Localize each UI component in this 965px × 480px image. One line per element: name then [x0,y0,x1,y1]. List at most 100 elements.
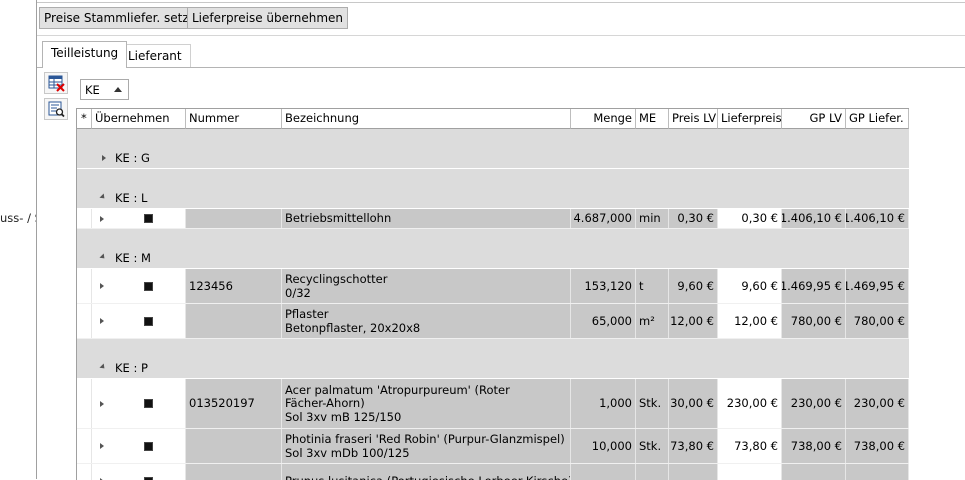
take-over-checkbox[interactable] [144,214,153,223]
column-header-lieferpreis[interactable]: Lieferpreis [718,109,782,129]
row-indicator[interactable] [77,429,92,463]
cell-nummer: 123456 [186,269,282,303]
cell-preis-lv [669,464,718,480]
price-grid[interactable]: * Übernehmen Nummer Bezeichnung Menge ME… [76,108,909,480]
row-indicator[interactable] [77,379,92,428]
take-over-checkbox[interactable] [144,282,153,291]
splitter[interactable] [36,0,37,479]
tab-teilleistung[interactable]: Teilleistung [42,41,127,68]
group-row[interactable]: KE : L [77,169,909,209]
cell-menge: 4.687,000 [571,209,636,228]
collapse-icon[interactable] [99,363,106,370]
take-over-cell[interactable] [92,209,186,228]
cell-gp-liefer [846,464,909,480]
cell-gp-liefer: 780,00 € [846,304,909,338]
expand-row-icon[interactable] [100,283,104,289]
search-list-button[interactable] [44,98,68,120]
row-indicator[interactable] [77,464,92,480]
table-row[interactable]: PflasterBetonpflaster, 20x20x865,000m² 12… [77,304,909,339]
group-by-value: KE [85,83,100,97]
table-row[interactable]: Prunus lusitanica (Portugiesische Lorbee… [77,464,909,480]
column-header-me[interactable]: ME [636,109,669,129]
column-header-preis-lv[interactable]: Preis LV [669,109,718,129]
expand-row-icon[interactable] [100,443,104,449]
cell-gp-liefer: 738,00 € [846,429,909,463]
column-header-gp-liefer[interactable]: GP Liefer. [846,109,909,129]
collapse-icon[interactable] [99,193,106,200]
take-over-checkbox[interactable] [144,317,153,326]
take-over-cell[interactable] [92,429,186,463]
table-row[interactable]: Photinia fraseri 'Red Robin' (Purpur-Gla… [77,429,909,464]
column-header-menge[interactable]: Menge [571,109,636,129]
cell-nummer [186,429,282,463]
set-supplier-prices-button[interactable]: Preise Stammliefer. setzen [39,7,209,29]
cell-bezeichnung: PflasterBetonpflaster, 20x20x8 [282,304,571,338]
table-row[interactable]: Betriebsmittellohn4.687,000min0,30 €0,30… [77,209,909,229]
cell-gp-lv: 230,00 € [782,379,846,428]
row-indicator[interactable] [77,269,92,303]
cell-menge: 65,000 [571,304,636,338]
table-row[interactable]: 013520197Acer palmatum 'Atropurpureum' (… [77,379,909,429]
cell-menge [571,464,636,480]
take-over-cell[interactable] [92,464,186,480]
group-row[interactable]: KE : P [77,339,909,379]
cell-preis-lv: 0,30 € [669,209,718,228]
cell-gp-lv: 1.469,95 € [782,269,846,303]
cell-bezeichnung: Photinia fraseri 'Red Robin' (Purpur-Gla… [282,429,571,463]
take-over-cell[interactable] [92,269,186,303]
cell-lieferpreis[interactable] [718,464,782,480]
cell-gp-lv: 780,00 € [782,304,846,338]
cell-gp-lv [782,464,846,480]
cell-lieferpreis[interactable]: 12,00 € [718,304,782,338]
cell-me: min [636,209,669,228]
toolbar-divider [37,35,965,36]
table-delete-icon [48,75,65,92]
cell-gp-liefer: 1.469,95 € [846,269,909,303]
cell-menge: 1,000 [571,379,636,428]
group-label: KE : M [115,251,151,265]
column-header-bezeichnung[interactable]: Bezeichnung [282,109,571,129]
expand-row-icon[interactable] [100,401,104,407]
expand-row-icon[interactable] [100,318,104,324]
top-divider [37,2,965,3]
cell-gp-liefer: 1.406,10 € [846,209,909,228]
cell-me: Stk. [636,429,669,463]
expand-row-icon[interactable] [100,216,104,222]
take-over-checkbox[interactable] [144,442,153,451]
cell-me: Stk. [636,379,669,428]
group-row[interactable]: KE : G [77,129,909,169]
delete-columns-button[interactable] [44,72,68,94]
cell-lieferpreis[interactable]: 0,30 € [718,209,782,228]
expand-icon[interactable] [102,155,106,161]
tab-strip-line [37,67,965,68]
group-by-dropdown[interactable]: KE [80,79,129,100]
take-over-checkbox[interactable] [144,477,153,480]
cell-lieferpreis[interactable]: 9,60 € [718,269,782,303]
row-indicator[interactable] [77,304,92,338]
cell-lieferpreis[interactable]: 230,00 € [718,379,782,428]
chevron-up-icon [114,87,122,92]
take-over-checkbox[interactable] [144,399,153,408]
group-label: KE : L [115,191,147,205]
column-header-nummer[interactable]: Nummer [186,109,282,129]
column-header-star[interactable]: * [77,109,92,129]
tab-lieferant[interactable]: Lieferant [119,44,191,68]
cell-me [636,464,669,480]
take-supplier-prices-button[interactable]: Lieferpreise übernehmen [187,7,348,29]
take-over-cell[interactable] [92,379,186,428]
cell-preis-lv: 9,60 € [669,269,718,303]
table-row[interactable]: 123456Recyclingschotter0/32153,120t9,60 … [77,269,909,304]
row-indicator[interactable] [77,209,92,228]
collapse-icon[interactable] [99,253,106,260]
group-row[interactable]: KE : M [77,229,909,269]
column-header-gp-lv[interactable]: GP LV [782,109,846,129]
cell-gp-liefer: 230,00 € [846,379,909,428]
cell-lieferpreis[interactable]: 73,80 € [718,429,782,463]
cell-preis-lv: 73,80 € [669,429,718,463]
cell-me: m² [636,304,669,338]
take-over-cell[interactable] [92,304,186,338]
list-search-icon [48,101,65,118]
cell-nummer [186,209,282,228]
cell-nummer [186,304,282,338]
column-header-uebernehmen[interactable]: Übernehmen [92,109,186,129]
